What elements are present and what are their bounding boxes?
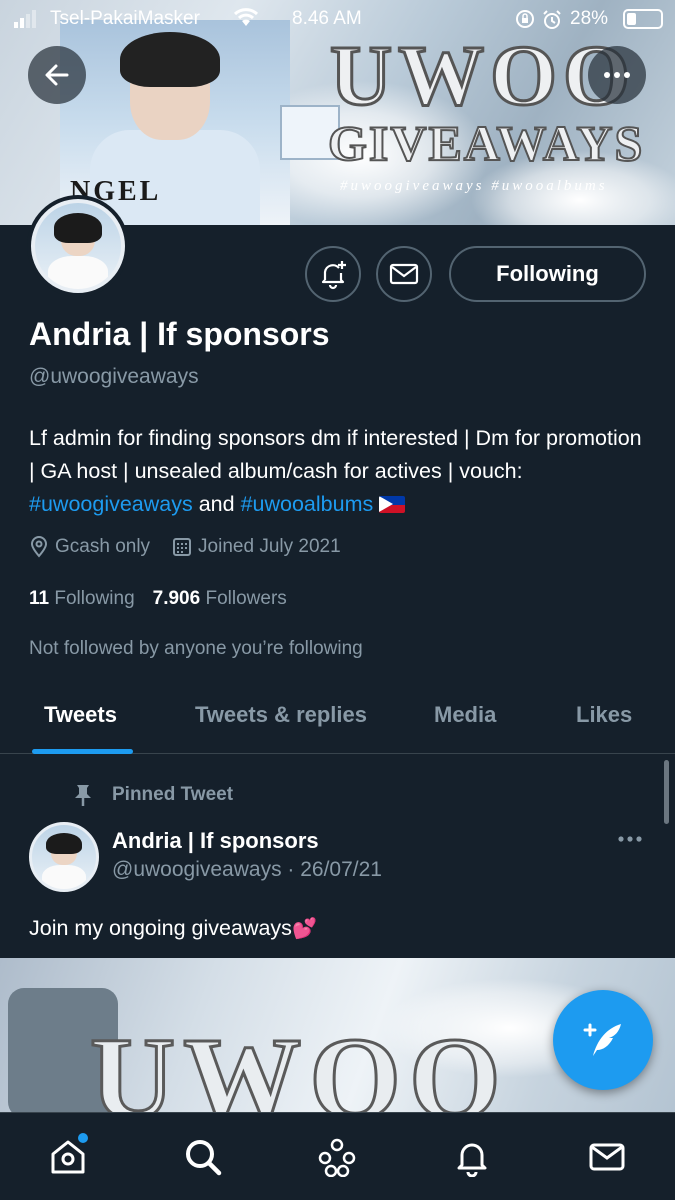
search-icon	[186, 1140, 222, 1176]
scrollbar[interactable]	[664, 760, 669, 824]
tab-tweets[interactable]: Tweets	[44, 702, 117, 728]
compose-tweet-button[interactable]	[553, 990, 653, 1090]
arrow-left-icon	[45, 64, 69, 86]
bio-text: Lf admin for finding sponsors dm if inte…	[29, 426, 642, 483]
rotation-lock-icon	[515, 9, 535, 35]
pinned-tweet-label: Pinned Tweet	[70, 782, 233, 808]
media-title-text: UWOO	[89, 1013, 509, 1113]
nav-search[interactable]	[181, 1135, 225, 1179]
followers-count-link[interactable]: 7.906 Followers	[153, 588, 287, 610]
signal-icon	[14, 10, 36, 28]
battery-icon	[623, 9, 663, 29]
clock: 8.46 AM	[292, 8, 362, 29]
profile-avatar[interactable]	[27, 195, 129, 297]
nav-spaces[interactable]	[315, 1135, 359, 1179]
banner-photo-hair	[120, 32, 220, 87]
profile-handle: @uwoogiveaways	[29, 365, 199, 388]
messages-icon	[589, 1143, 625, 1171]
active-tab-indicator	[32, 749, 133, 754]
notifications-toggle-button[interactable]	[305, 246, 361, 302]
bio-hashtag-link[interactable]: #uwoogiveaways	[29, 492, 193, 516]
bell-plus-icon	[321, 261, 346, 290]
joined-date: Joined July 2021	[198, 536, 341, 557]
notifications-icon	[457, 1143, 487, 1177]
tweet-handle-date: @uwoogiveaways · 26/07/21	[112, 858, 382, 881]
status-bar: Tsel-PakaiMasker 8.46 AM 28%	[0, 0, 675, 38]
envelope-icon	[389, 263, 419, 285]
carrier-name: Tsel-PakaiMasker	[50, 8, 200, 29]
banner-hashtags: #uwoogiveaways #uwooalbums	[340, 178, 608, 194]
philippines-flag-emoji	[379, 496, 406, 513]
bottom-navigation	[0, 1112, 675, 1200]
tweet-more-button[interactable]	[617, 830, 643, 848]
compose-feather-icon	[583, 1023, 621, 1056]
calendar-icon	[173, 538, 192, 556]
home-icon	[51, 1140, 85, 1174]
nav-messages[interactable]	[585, 1135, 629, 1179]
tab-media[interactable]: Media	[434, 702, 496, 728]
tab-likes[interactable]: Likes	[576, 702, 632, 728]
ellipsis-icon	[604, 72, 630, 78]
tweet-author-name: Andria | If sponsors	[112, 828, 319, 853]
bio-text: and	[192, 492, 241, 516]
profile-meta: Gcash only Joined July 2021	[29, 536, 357, 558]
location-pin-icon	[30, 536, 48, 558]
back-button[interactable]	[28, 46, 86, 104]
tab-tweets-replies[interactable]: Tweets & replies	[195, 702, 367, 728]
nav-notifications[interactable]	[450, 1135, 494, 1179]
spaces-icon	[318, 1138, 356, 1177]
two-hearts-emoji: 💕	[291, 918, 317, 940]
ellipsis-icon	[618, 836, 642, 842]
alarm-icon	[541, 9, 563, 37]
profile-bio: Lf admin for finding sponsors dm if inte…	[29, 422, 649, 521]
tweet-avatar[interactable]	[29, 822, 99, 892]
battery-percentage: 28%	[570, 8, 609, 29]
following-button[interactable]: Following	[449, 246, 646, 302]
pin-icon	[75, 785, 91, 806]
not-followed-note: Not followed by anyone you’re following	[29, 638, 363, 659]
wifi-icon	[232, 6, 260, 34]
banner-subtitle: GIVEAWAYS	[327, 115, 645, 171]
bio-hashtag-link[interactable]: #uwooalbums	[241, 492, 374, 516]
more-options-button[interactable]	[588, 46, 646, 104]
location-text: Gcash only	[55, 536, 151, 557]
new-content-dot	[78, 1133, 88, 1143]
profile-name: Andria | If sponsors	[29, 316, 330, 352]
tweet-text: Join my ongoing giveaways💕	[29, 916, 317, 940]
following-count-link[interactable]: 11 Following	[29, 588, 135, 610]
message-button[interactable]	[376, 246, 432, 302]
profile-tabs: Tweets Tweets & replies Media Likes	[0, 690, 675, 754]
follow-counts: 11 Following 7.906 Followers	[29, 588, 287, 610]
